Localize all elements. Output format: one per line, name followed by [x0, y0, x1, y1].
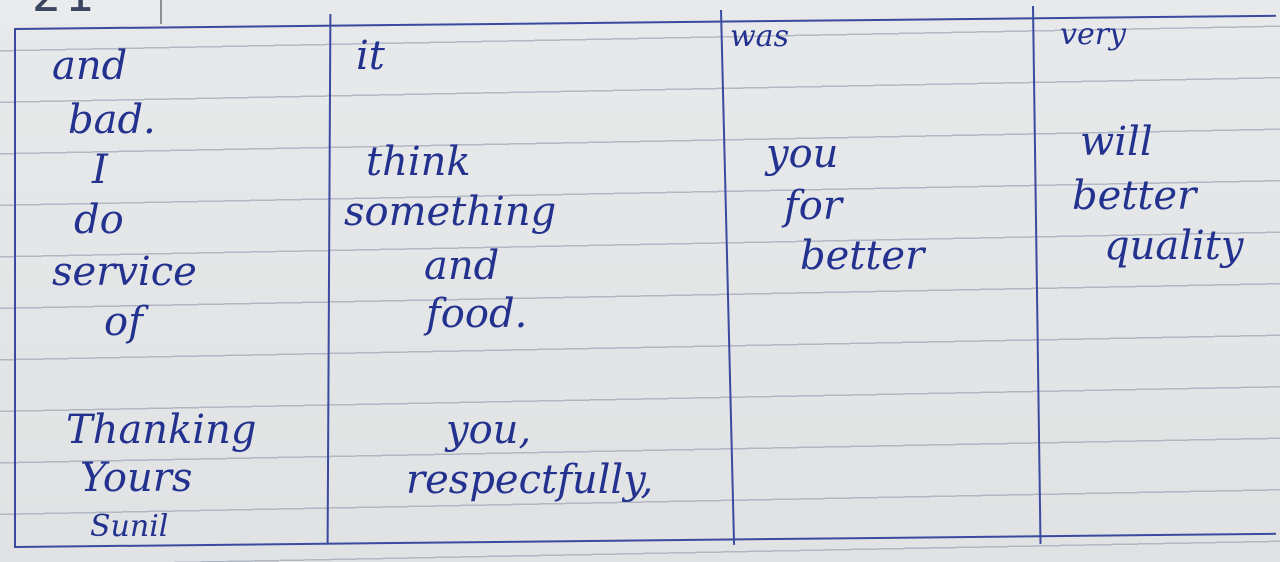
col2-word: you, [446, 407, 532, 453]
col1-word: I [92, 147, 108, 193]
col3-word: was [730, 19, 789, 54]
col1-word: Yours [80, 455, 193, 501]
col4-word: better [1072, 173, 1197, 219]
col3-word: better [800, 233, 925, 279]
col2-word: something [344, 189, 557, 235]
col1-word: Thanking [66, 407, 257, 453]
col4-word: will [1080, 119, 1153, 165]
col3-word: you [766, 131, 839, 177]
col4-word: very [1060, 17, 1126, 52]
col2-word: think [366, 139, 471, 185]
col3-word: for [784, 183, 843, 229]
col1-word: Sunil [90, 509, 169, 544]
col1-word: and [52, 43, 128, 89]
notebook-page: 21 and bad. I do service of Thanking You… [0, 0, 1280, 562]
col1-word: do [74, 197, 124, 243]
col2-word: and [424, 243, 500, 289]
col2-word: it [356, 33, 385, 79]
page-number: 21 [32, 0, 99, 22]
col2-word: food. [426, 291, 528, 337]
col1-word: service [52, 249, 197, 295]
page-number-tab: 21 [0, 0, 162, 24]
col2-word: respectfully, [406, 457, 654, 503]
col1-word: bad. [68, 97, 156, 143]
col4-word: quality [1104, 223, 1244, 269]
col1-word: of [104, 299, 143, 345]
